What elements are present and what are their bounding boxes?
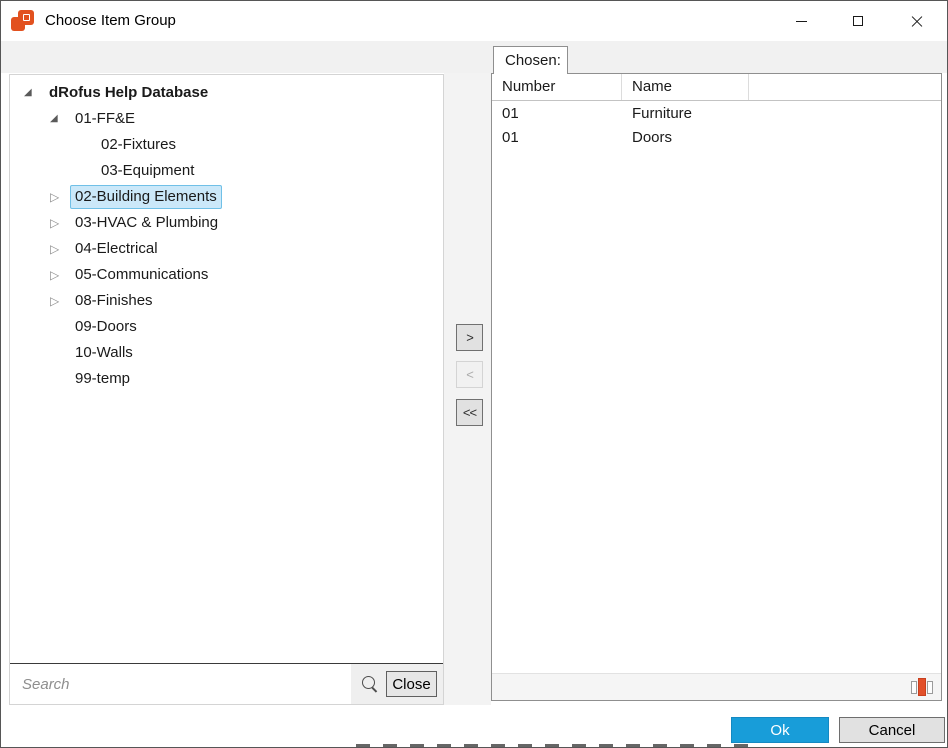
chosen-panel: Number Name 01Furniture01Doors (491, 73, 942, 701)
tree-item-label[interactable]: 10-Walls (70, 341, 138, 365)
tree-item[interactable]: 03-Equipment (10, 158, 443, 184)
column-header-name[interactable]: Name (622, 74, 749, 100)
cancel-button[interactable]: Cancel (839, 717, 945, 743)
tree-item-label[interactable]: 08-Finishes (70, 289, 158, 313)
tree-item[interactable]: ◢01-FF&E (10, 106, 443, 132)
tree-item[interactable]: 10-Walls (10, 340, 443, 366)
item-group-tree: ◢dRofus Help Database◢01-FF&E02-Fixtures… (10, 75, 443, 663)
chosen-table-header: Number Name (492, 74, 941, 101)
remove-all-button[interactable]: << (456, 399, 483, 426)
chosen-row-name: Doors (622, 129, 749, 146)
chosen-row-name: Furniture (622, 105, 749, 122)
tree-item[interactable]: ▷03-HVAC & Plumbing (10, 210, 443, 236)
choose-item-group-dialog: Choose Item Group ◢dRofus Help Database◢… (0, 0, 948, 748)
chosen-row[interactable]: 01Furniture (492, 101, 941, 125)
tree-item[interactable]: 09-Doors (10, 314, 443, 340)
column-header-filler (749, 74, 941, 100)
chosen-row-number: 01 (492, 105, 622, 122)
item-group-tree-panel: ◢dRofus Help Database◢01-FF&E02-Fixtures… (9, 74, 444, 705)
maximize-button[interactable] (835, 1, 881, 41)
tree-item-label[interactable]: 02-Fixtures (96, 133, 181, 157)
tree-item-label[interactable]: 99-temp (70, 367, 135, 391)
minimize-icon (796, 21, 807, 22)
column-chooser-icon[interactable] (911, 677, 933, 697)
chosen-tab[interactable]: Chosen: (493, 46, 568, 74)
maximize-icon (853, 16, 863, 26)
ok-button[interactable]: Ok (731, 717, 829, 743)
column-header-number[interactable]: Number (492, 74, 622, 100)
tree-item[interactable]: 99-temp (10, 366, 443, 392)
search-input[interactable] (10, 664, 351, 704)
close-window-button[interactable] (894, 1, 940, 41)
tree-item[interactable]: ▷02-Building Elements (10, 184, 443, 210)
chosen-table-body: 01Furniture01Doors (492, 101, 941, 673)
panel-gap (444, 73, 491, 705)
add-item-button[interactable]: > (456, 324, 483, 351)
close-button[interactable]: Close (386, 671, 437, 697)
tree-item-label[interactable]: dRofus Help Database (44, 81, 213, 105)
tree-item[interactable]: 02-Fixtures (10, 132, 443, 158)
title-bar: Choose Item Group (1, 1, 947, 41)
tree-item-label[interactable]: 09-Doors (70, 315, 142, 339)
chosen-panel-footer (492, 673, 941, 700)
remove-item-button[interactable]: < (456, 361, 483, 388)
tree-item[interactable]: ◢dRofus Help Database (10, 80, 443, 106)
search-bar: Close (10, 664, 443, 704)
search-icon[interactable] (361, 675, 379, 693)
search-actions: Close (351, 664, 443, 704)
chosen-row[interactable]: 01Doors (492, 125, 941, 149)
minimize-button[interactable] (778, 1, 824, 41)
drofus-logo-icon (11, 10, 34, 31)
chosen-row-number: 01 (492, 129, 622, 146)
tree-item-label[interactable]: 02-Building Elements (70, 185, 222, 209)
close-icon (910, 14, 924, 28)
tree-item-label[interactable]: 04-Electrical (70, 237, 163, 261)
tree-item[interactable]: ▷08-Finishes (10, 288, 443, 314)
tree-item-label[interactable]: 03-HVAC & Plumbing (70, 211, 223, 235)
tree-item-label[interactable]: 01-FF&E (70, 107, 140, 131)
tree-item[interactable]: ▷04-Electrical (10, 236, 443, 262)
window-title: Choose Item Group (45, 1, 176, 41)
tree-item-label[interactable]: 05-Communications (70, 263, 213, 287)
dialog-body-strip (1, 41, 947, 73)
background-window-artifact (356, 744, 761, 747)
tree-item[interactable]: ▷05-Communications (10, 262, 443, 288)
tree-item-label[interactable]: 03-Equipment (96, 159, 199, 183)
